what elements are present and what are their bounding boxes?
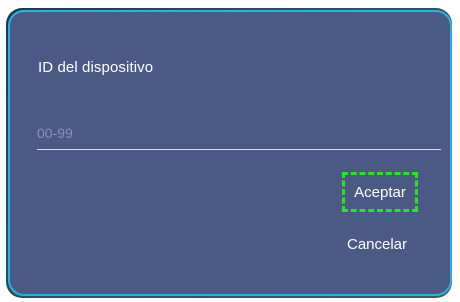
device-id-dialog: ID del dispositivo Aceptar Cancelar xyxy=(8,10,452,296)
dialog-title: ID del dispositivo xyxy=(38,59,154,76)
device-id-input[interactable] xyxy=(37,120,441,150)
accept-button[interactable]: Aceptar xyxy=(342,172,418,212)
accept-button-label: Aceptar xyxy=(354,183,406,201)
cancel-button[interactable]: Cancelar xyxy=(344,233,410,255)
